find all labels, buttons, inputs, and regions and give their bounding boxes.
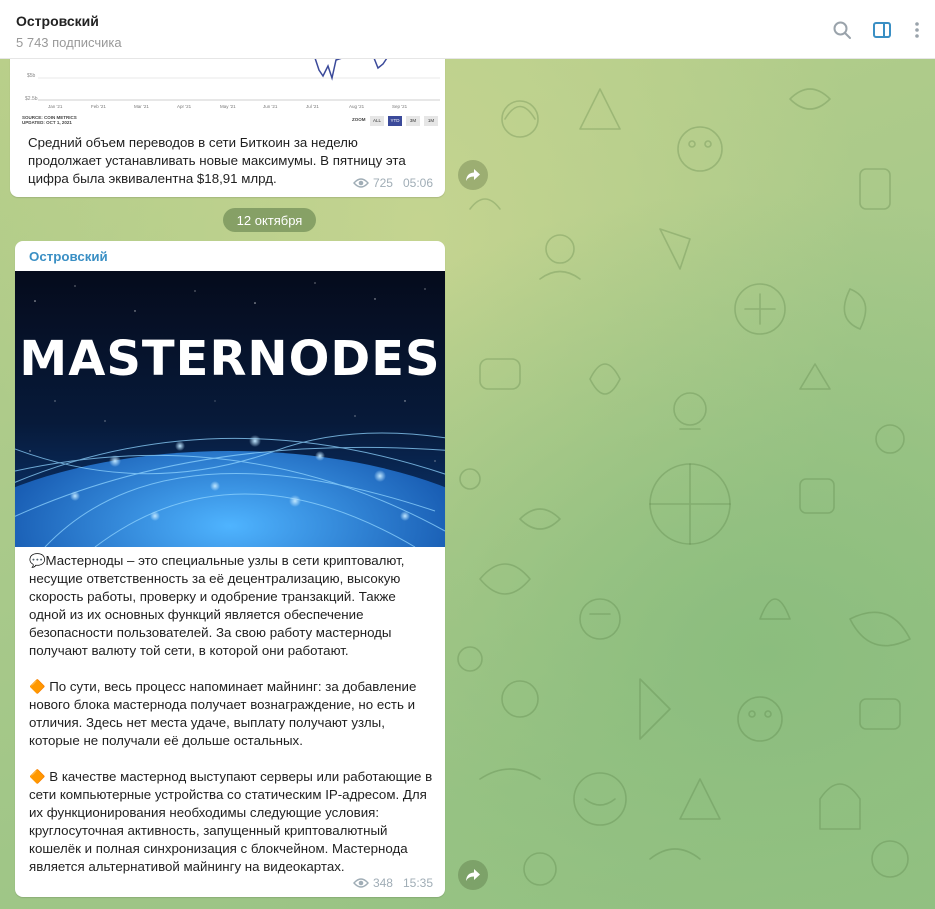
message-1-views: 725 [372,176,393,190]
chart-xlabel: May '21 [220,104,236,109]
chart-zoom-ytd: YTD [390,118,400,123]
message-2-meta: 348 15:35 [353,876,433,890]
eye-icon [353,878,369,888]
chart-xlabel: Jul '21 [306,104,319,109]
more-vertical-icon[interactable] [905,18,929,42]
chart-xlabel: Feb '21 [91,104,106,109]
message-1-time: 05:06 [402,176,433,190]
chart-ylabel-top: $5b [27,73,36,79]
sidebar-toggle-icon[interactable] [870,18,894,42]
message-bubble-1[interactable]: Jan '21 Feb '21 Mar '21 Apr '21 May '21 Jun '… [10,56,445,197]
message-2-paragraph-2: 🔶 По сути, весь процесс напоминает майни… [29,679,421,748]
chart-xlabel: Sep '21 [392,104,408,109]
chart-xlabel: Mar '21 [134,104,149,109]
search-icon[interactable] [830,18,854,42]
message-2-sender[interactable]: Островский [29,249,108,264]
chart-xlabel: Jun '21 [263,104,278,109]
chart-zoom-3m: 3M [409,118,417,123]
chart-zoom-label: ZOOM [352,117,366,122]
chart-preview-image[interactable]: Jan '21 Feb '21 Mar '21 Apr '21 May '21 Jun '… [10,56,445,128]
masternodes-image[interactable]: MASTERNODES [15,271,445,547]
image-caption-masternodes: MASTERNODES [19,331,441,387]
message-2-paragraph-1: 💬Мастерноды – это специальные узлы в сет… [29,553,409,658]
message-2-paragraph-3: 🔶 В качестве мастернод выступают серверы… [29,769,436,874]
share-button-2[interactable] [458,860,488,890]
eye-icon [353,178,369,188]
message-2-time: 15:35 [402,876,433,890]
chart-zoom-1m: 1M [427,118,435,123]
chart-zoom-all: ALL [372,118,381,123]
message-bubble-2[interactable]: Островский MASTERNODES 💬Мастерноды – это… [15,241,445,897]
date-separator: 12 октября [223,208,316,232]
message-1-meta: 725 05:06 [353,176,433,190]
message-2-views: 348 [372,876,393,890]
chat-header: Островский 5 743 подписчика [0,0,935,59]
share-icon [466,169,480,181]
chart-source: SOURCE: COIN METRICS UPDATED: OCT 1, 202… [22,115,77,125]
share-icon [466,869,480,881]
chart-ylabel-bottom: $2.5b [25,96,38,102]
chart-xlabel: Apr '21 [177,104,192,109]
masternodes-art [15,271,445,547]
channel-title[interactable]: Островский [16,13,99,29]
chart-xlabel: Jan '21 [48,104,63,109]
chart-source-line2: UPDATED: OCT 1, 2021 [22,120,72,125]
share-button-1[interactable] [458,160,488,190]
subscriber-count: 5 743 подписчика [16,35,122,50]
chart-xlabel: Aug '21 [349,104,365,109]
